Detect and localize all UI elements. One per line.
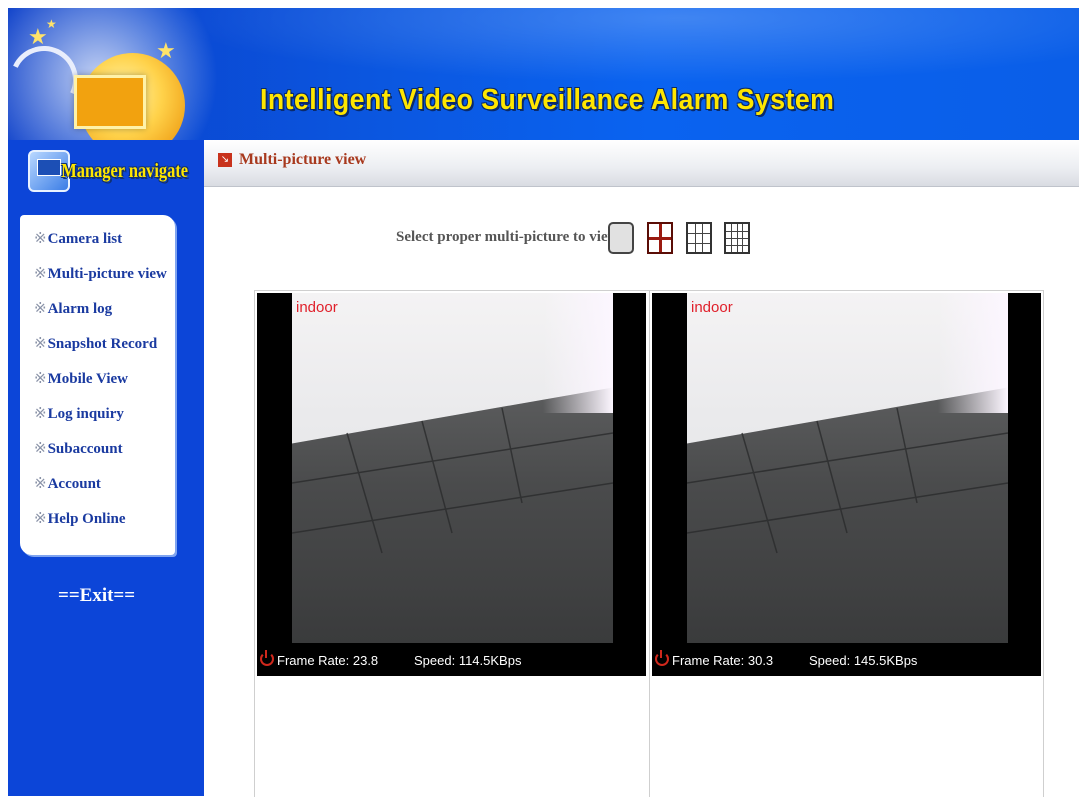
bullet-icon: ※ [34,476,47,492]
frame-rate: Frame Rate: 30.3 [672,653,774,668]
sidebar-item-subaccount[interactable]: ※Subaccount [34,439,175,474]
power-icon[interactable] [655,650,669,666]
camera-feed-image: indoor [292,293,613,643]
sidebar-item-log-inquiry[interactable]: ※Log inquiry [34,404,175,439]
camera-name-overlay: indoor [296,299,338,316]
nav-menu: ※Camera list ※Multi-picture view ※Alarm … [20,215,175,555]
banner-wave [128,8,1079,88]
bullet-icon: ※ [34,441,47,457]
power-icon[interactable] [260,650,274,666]
sidebar-item-label: Multi-picture view [47,266,167,282]
layout-4-button[interactable] [647,222,673,254]
layout-16-button[interactable] [724,222,750,254]
star-icon: ★ [28,24,48,49]
nav-heading-label: Manager navigate [61,160,189,182]
bullet-icon: ※ [34,371,47,387]
sidebar-item-alarm-log[interactable]: ※Alarm log [34,299,175,334]
sidebar-item-multi-picture-view[interactable]: ※Multi-picture view [34,264,175,299]
monitor-icon [74,75,146,129]
sidebar-item-label: Mobile View [47,371,128,387]
page-title: Multi-picture view [239,151,367,168]
arrow-icon: ↘ [218,153,232,167]
exit-link[interactable]: ==Exit== [58,585,135,607]
sidebar-item-label: Subaccount [47,441,123,457]
star-icon: ★ [46,17,57,31]
frame-rate: Frame Rate: 23.8 [277,653,379,668]
sidebar-item-label: Account [47,476,101,492]
bullet-icon: ※ [34,266,47,282]
video-grid: indoor Frame Rate: 23.8 Speed: 114.5KBps [254,290,1044,797]
app-title: Intelligent Video Surveillance Alarm Sys… [260,84,835,116]
nav-heading: Manager navigate [28,148,198,194]
stream-stats: Frame Rate: 23.8 Speed: 114.5KBps [257,650,646,675]
sidebar-item-mobile-view[interactable]: ※Mobile View [34,369,175,404]
camera-feed-image: indoor [687,293,1008,643]
sidebar-item-label: Log inquiry [47,406,124,422]
sidebar-item-account[interactable]: ※Account [34,474,175,509]
stream-stats: Frame Rate: 30.3 Speed: 145.5KBps [652,650,1041,675]
bullet-icon: ※ [34,231,47,247]
page-title-bar: ↘ Multi-picture view [204,140,1079,187]
sidebar-item-snapshot-record[interactable]: ※Snapshot Record [34,334,175,369]
layout-9-button[interactable] [686,222,712,254]
video-player[interactable]: indoor Frame Rate: 30.3 Speed: 145.5KBps [652,293,1041,676]
layout-selector-label: Select proper multi-picture to view: [396,229,624,245]
video-cell[interactable]: indoor Frame Rate: 23.8 Speed: 114.5KBps [255,291,647,797]
bullet-icon: ※ [34,336,47,352]
sidebar-item-label: Snapshot Record [47,336,158,352]
bullet-icon: ※ [34,406,47,422]
stream-speed: Speed: 145.5KBps [809,653,918,668]
stream-speed: Speed: 114.5KBps [414,653,522,668]
camera-name-overlay: indoor [691,299,733,316]
video-cell[interactable]: indoor Frame Rate: 30.3 Speed: 145.5KBps [649,291,1042,797]
sidebar-item-label: Camera list [47,231,123,247]
video-player[interactable]: indoor Frame Rate: 23.8 Speed: 114.5KBps [257,293,646,676]
bullet-icon: ※ [34,301,47,317]
header-banner: ★ ★ ★ Intelligent Video Surveillance Ala… [8,8,1079,140]
layout-1-button[interactable] [608,222,634,254]
sidebar: Manager navigate ※Camera list ※Multi-pic… [8,140,204,796]
sidebar-item-camera-list[interactable]: ※Camera list [34,229,175,264]
bullet-icon: ※ [34,511,47,527]
sidebar-item-help-online[interactable]: ※Help Online [34,509,175,544]
sidebar-item-label: Help Online [47,511,126,527]
sidebar-item-label: Alarm log [47,301,113,317]
star-icon: ★ [156,38,176,63]
